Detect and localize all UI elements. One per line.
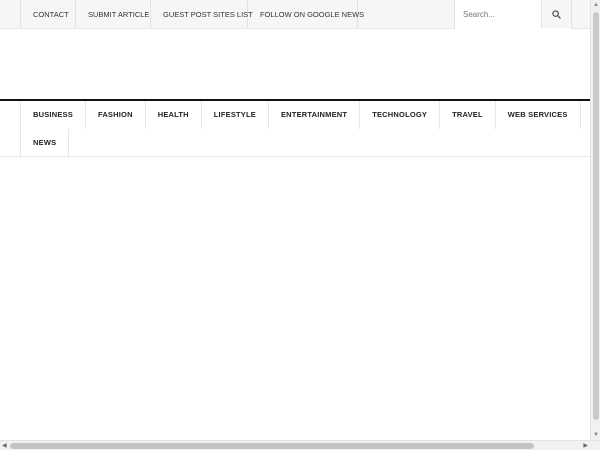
nav-item-news[interactable]: NEWS	[21, 129, 70, 157]
search-icon	[552, 9, 561, 19]
horizontal-scroll-thumb[interactable]	[10, 443, 534, 449]
scroll-right-arrow-icon[interactable]: ▶	[583, 442, 588, 449]
scroll-up-arrow-icon[interactable]: ▲	[593, 2, 599, 8]
nav-item-web-services[interactable]: WEB SERVICES	[496, 101, 581, 129]
nav-item-lifestyle[interactable]: LIFESTYLE	[202, 101, 269, 129]
horizontal-scrollbar[interactable]: ◀ ▶	[0, 440, 600, 450]
top-nav-submit-article[interactable]: SUBMIT ARTICLE	[76, 0, 151, 29]
top-nav-follow-on-google-news[interactable]: FOLLOW ON GOOGLE NEWS	[248, 0, 364, 29]
main-nav: BUSINESS FASHION HEALTH LIFESTYLE ENTERT…	[0, 99, 590, 157]
top-bar: CONTACT SUBMIT ARTICLE GUEST POST SITES …	[0, 0, 590, 29]
top-nav: CONTACT SUBMIT ARTICLE GUEST POST SITES …	[20, 0, 364, 29]
nav-item-entertainment[interactable]: ENTERTAINMENT	[269, 101, 361, 129]
main-nav-row: NEWS	[20, 129, 70, 157]
nav-item-travel[interactable]: TRAVEL	[440, 101, 496, 129]
top-nav-guest-post-sites-list[interactable]: GUEST POST SITES LIST	[151, 0, 253, 29]
nav-item-technology[interactable]: TECHNOLOGY	[360, 101, 441, 129]
vertical-scrollbar[interactable]: ▲ ▼	[590, 0, 600, 440]
nav-item-fashion[interactable]: FASHION	[86, 101, 146, 129]
scroll-left-arrow-icon[interactable]: ◀	[2, 442, 7, 449]
main-nav-row: BUSINESS FASHION HEALTH LIFESTYLE ENTERT…	[20, 101, 581, 129]
search-box	[454, 0, 572, 29]
nav-item-business[interactable]: BUSINESS	[21, 101, 86, 129]
vertical-scroll-thumb[interactable]	[593, 12, 599, 420]
top-nav-contact[interactable]: CONTACT	[21, 0, 76, 29]
nav-item-health[interactable]: HEALTH	[146, 101, 202, 129]
search-input[interactable]	[455, 0, 541, 28]
search-button[interactable]	[541, 0, 571, 28]
scroll-down-arrow-icon[interactable]: ▼	[593, 432, 599, 438]
